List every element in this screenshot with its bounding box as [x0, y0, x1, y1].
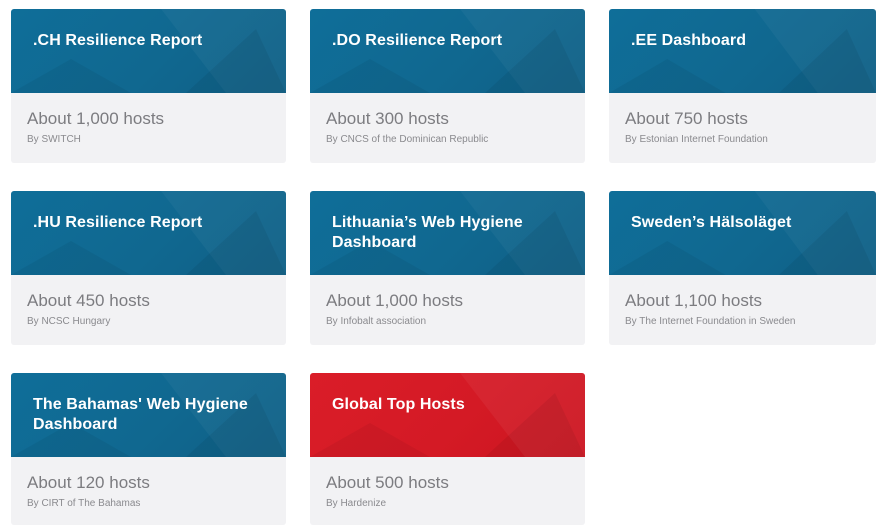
card-title: .DO Resilience Report: [332, 32, 503, 49]
report-card-ch[interactable]: .CH Resilience Report About 1,000 hosts …: [11, 9, 286, 163]
card-body: About 1,000 hosts By Infobalt associatio…: [310, 275, 585, 328]
host-count: About 1,000 hosts: [27, 109, 165, 128]
report-card-lt[interactable]: Lithuania’s Web Hygiene Dashboard About …: [310, 191, 585, 345]
header-pattern: [310, 373, 585, 457]
card-author: By CNCS of the Dominican Republic: [326, 134, 489, 145]
card-header: Lithuania’s Web Hygiene Dashboard: [310, 191, 585, 275]
header-pattern: [609, 191, 876, 275]
report-card-ee[interactable]: .EE Dashboard About 750 hosts By Estonia…: [609, 9, 876, 163]
card-body: About 300 hosts By CNCS of the Dominican…: [310, 93, 585, 146]
host-count: About 500 hosts: [326, 473, 449, 492]
card-title: Sweden’s Hälsoläget: [631, 214, 792, 231]
card-author: By NCSC Hungary: [27, 316, 111, 327]
card-author: By SWITCH: [27, 134, 81, 145]
report-card-do[interactable]: .DO Resilience Report About 300 hosts By…: [310, 9, 585, 163]
card-header: Global Top Hosts: [310, 373, 585, 457]
card-title: The Bahamas' Web Hygiene Dashboard: [33, 396, 248, 433]
host-count: About 450 hosts: [27, 291, 150, 310]
report-card-hu[interactable]: .HU Resilience Report About 450 hosts By…: [11, 191, 286, 345]
card-header: .HU Resilience Report: [11, 191, 286, 275]
card-body: About 1,100 hosts By The Internet Founda…: [609, 275, 876, 328]
host-count: About 300 hosts: [326, 109, 449, 128]
card-header: Sweden’s Hälsoläget: [609, 191, 876, 275]
card-body: About 450 hosts By NCSC Hungary: [11, 275, 286, 328]
card-title: .CH Resilience Report: [33, 32, 203, 49]
report-card-grid: .CH Resilience Report About 1,000 hosts …: [0, 0, 876, 525]
card-author: By The Internet Foundation in Sweden: [625, 316, 796, 327]
header-pattern: [11, 191, 286, 275]
card-title: Lithuania’s Web Hygiene Dashboard: [332, 214, 523, 251]
card-author: By Hardenize: [326, 498, 387, 509]
host-count: About 1,100 hosts: [625, 291, 763, 310]
card-author: By Infobalt association: [326, 316, 427, 327]
host-count: About 120 hosts: [27, 473, 150, 492]
card-header: .DO Resilience Report: [310, 9, 585, 93]
card-body: About 1,000 hosts By SWITCH: [11, 93, 286, 146]
host-count: About 1,000 hosts: [326, 291, 464, 310]
card-author: By Estonian Internet Foundation: [625, 134, 768, 145]
card-author: By CIRT of The Bahamas: [27, 498, 141, 509]
card-header: .CH Resilience Report: [11, 9, 286, 93]
card-title: Global Top Hosts: [332, 396, 465, 413]
card-title: .HU Resilience Report: [33, 214, 203, 231]
card-header: The Bahamas' Web Hygiene Dashboard: [11, 373, 286, 457]
host-count: About 750 hosts: [625, 109, 748, 128]
card-body: About 750 hosts By Estonian Internet Fou…: [609, 93, 876, 146]
card-header: .EE Dashboard: [609, 9, 876, 93]
report-card-global-top-hosts[interactable]: Global Top Hosts About 500 hosts By Hard…: [310, 373, 585, 525]
header-pattern: [310, 9, 585, 93]
report-card-se[interactable]: Sweden’s Hälsoläget About 1,100 hosts By…: [609, 191, 876, 345]
header-pattern: [609, 9, 876, 93]
report-card-bs[interactable]: The Bahamas' Web Hygiene Dashboard About…: [11, 373, 286, 525]
header-pattern: [11, 9, 286, 93]
card-body: About 120 hosts By CIRT of The Bahamas: [11, 457, 286, 510]
card-title: .EE Dashboard: [631, 32, 747, 49]
card-body: About 500 hosts By Hardenize: [310, 457, 585, 510]
